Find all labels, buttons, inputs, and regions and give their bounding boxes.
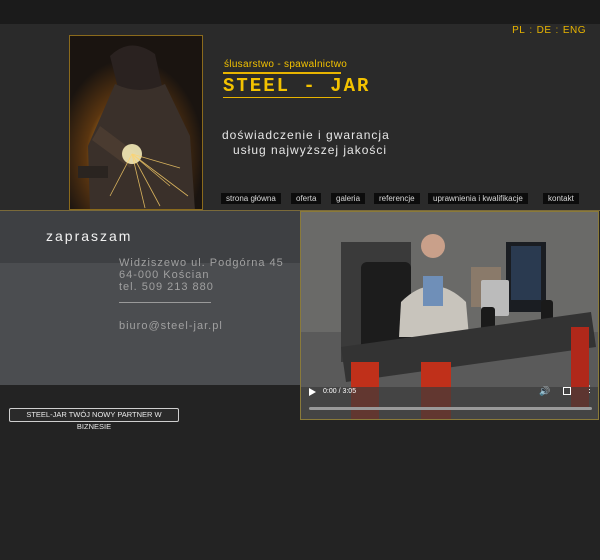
top-bar bbox=[0, 0, 600, 24]
volume-icon[interactable]: 🔊 bbox=[539, 386, 550, 397]
partner-button[interactable]: STEEL-JAR TWÓJ NOWY PARTNER W BIZNESIE bbox=[9, 408, 179, 431]
contact-city: 64-000 Kościan bbox=[119, 269, 210, 281]
brand-logo-text: STEEL - JAR bbox=[223, 75, 371, 97]
nav-oferta[interactable]: oferta bbox=[291, 193, 322, 204]
contact-phone: tel. 509 213 880 bbox=[119, 281, 214, 293]
brand-rule-bottom bbox=[223, 97, 341, 98]
video-controls: 0:00 / 3:05 🔊 ⋮ bbox=[301, 380, 598, 419]
brand-subtitle: ślusarstwo - spawalnictwo bbox=[224, 59, 348, 70]
lang-eng-link[interactable]: ENG bbox=[563, 25, 586, 36]
nav-galeria[interactable]: galeria bbox=[331, 193, 366, 204]
contact-divider bbox=[119, 302, 211, 303]
contact-street: Widziszewo ul. Podgórna 45 bbox=[119, 257, 284, 269]
language-switcher: PL: DE: ENG bbox=[512, 25, 586, 36]
contact-address: Widziszewo ul. Podgórna 45 64-000 Kościa… bbox=[119, 257, 284, 293]
welder-photo bbox=[69, 35, 203, 210]
play-icon[interactable] bbox=[309, 388, 316, 396]
more-options-icon[interactable]: ⋮ bbox=[585, 384, 594, 394]
tagline: doświadczenie i gwarancja usług najwyższ… bbox=[222, 128, 390, 158]
fullscreen-icon[interactable] bbox=[563, 387, 571, 395]
nav-referencje[interactable]: referencje bbox=[374, 193, 420, 204]
lang-de-link[interactable]: DE bbox=[537, 25, 552, 36]
contact-email-link[interactable]: biuro@steel-jar.pl bbox=[119, 320, 223, 332]
contact-panel-header bbox=[0, 211, 300, 263]
contact-heading: zapraszam bbox=[46, 228, 133, 244]
nav-strona-glowna[interactable]: strona główna bbox=[221, 193, 281, 204]
nav-uprawnienia[interactable]: uprawnienia i kwalifikacje bbox=[428, 193, 528, 204]
tagline-line-2: usług najwyższej jakości bbox=[233, 143, 388, 157]
nav-kontakt[interactable]: kontakt bbox=[543, 193, 579, 204]
brand-rule-top bbox=[223, 72, 341, 74]
lang-pl-link[interactable]: PL bbox=[512, 25, 525, 36]
video-time: 0:00 / 3:05 bbox=[323, 388, 357, 395]
video-progress-track[interactable] bbox=[309, 407, 592, 410]
tagline-line-1: doświadczenie i gwarancja bbox=[222, 128, 390, 142]
video-player[interactable]: 0:00 / 3:05 🔊 ⋮ bbox=[300, 211, 599, 420]
